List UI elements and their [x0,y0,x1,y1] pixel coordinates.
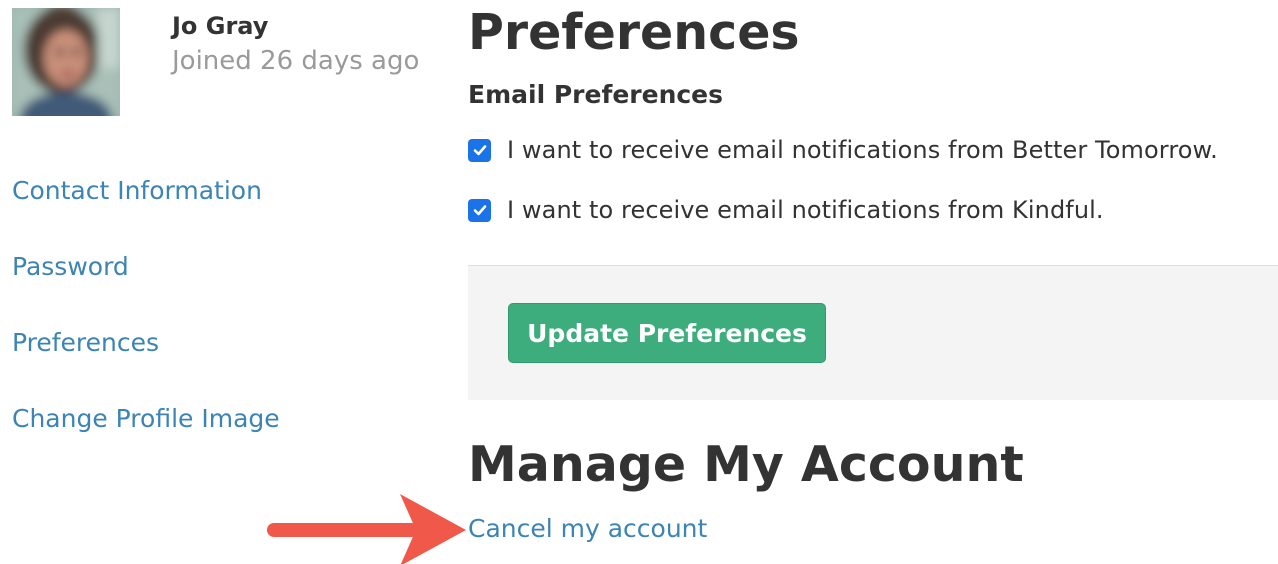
sidebar-item-change-profile-image[interactable]: Change Profile Image [12,404,280,433]
email-option-kindful: I want to receive email notifications fr… [468,195,1104,225]
account-settings-page: Jo Gray Joined 26 days ago Contact Infor… [0,0,1278,564]
checkmark-icon [473,145,486,156]
email-preferences-heading: Email Preferences [468,80,724,109]
page-title: Preferences [468,4,800,61]
arrow-right-icon [267,494,466,564]
better-tomorrow-label[interactable]: I want to receive email notifications fr… [507,136,1218,164]
update-preferences-button[interactable]: Update Preferences [508,303,826,363]
sidebar-item-preferences[interactable]: Preferences [12,328,159,357]
kindful-checkbox[interactable] [468,198,491,222]
cancel-account-link[interactable]: Cancel my account [468,514,707,543]
email-option-better-tomorrow: I want to receive email notifications fr… [468,135,1218,165]
sidebar-item-contact-information[interactable]: Contact Information [12,176,262,205]
form-actions-panel: Update Preferences [468,265,1278,400]
manage-account-heading: Manage My Account [468,436,1024,493]
checkmark-icon [473,205,486,216]
user-name: Jo Gray [172,12,269,40]
kindful-label[interactable]: I want to receive email notifications fr… [507,196,1104,224]
sidebar-item-password[interactable]: Password [12,252,129,281]
better-tomorrow-checkbox[interactable] [468,138,491,162]
avatar[interactable] [12,8,120,116]
joined-date: Joined 26 days ago [172,46,420,76]
